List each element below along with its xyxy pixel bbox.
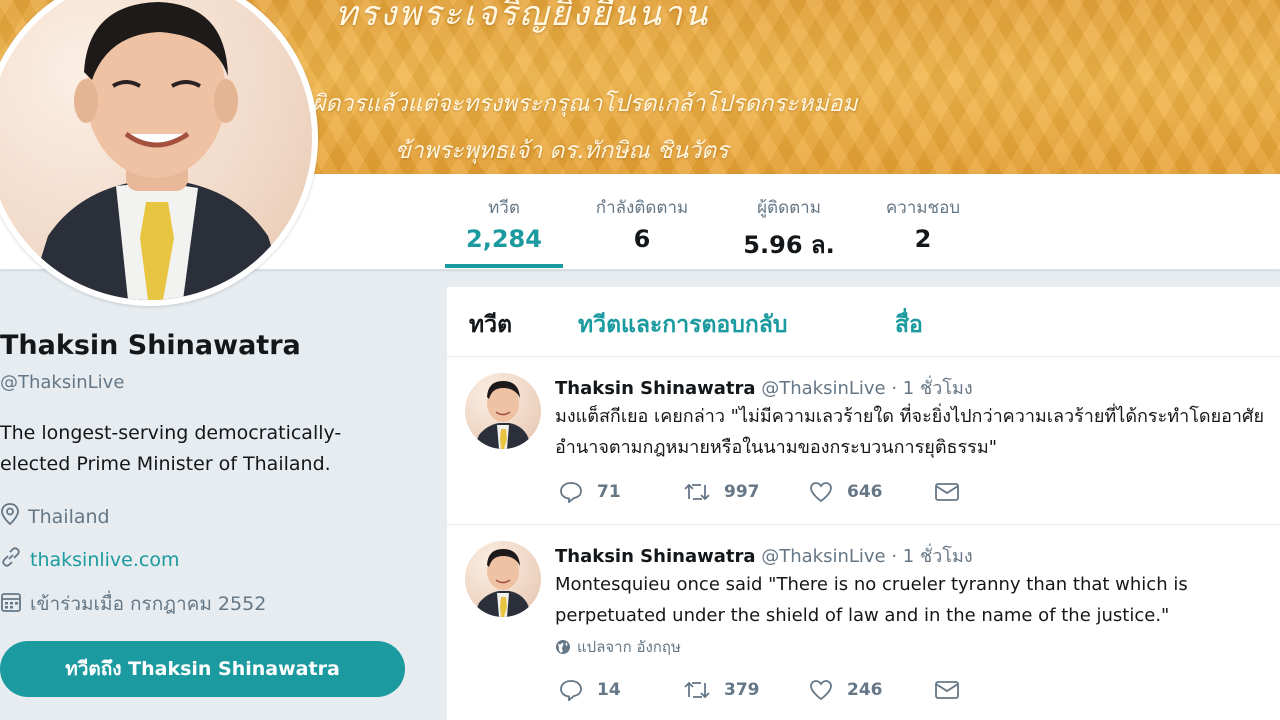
profile-name[interactable]: Thaksin Shinawatra xyxy=(0,330,301,361)
tweet-author-name[interactable]: Thaksin Shinawatra xyxy=(555,378,756,399)
profile-handle: @ThaksinLive xyxy=(0,372,125,393)
retweet-count: 379 xyxy=(724,680,760,700)
tweet-actions: 71 997 646 xyxy=(559,481,974,503)
profile-bio: The longest-serving democratically-elect… xyxy=(0,422,342,475)
calendar-icon xyxy=(0,591,30,618)
stat-following-value: 6 xyxy=(633,225,651,253)
profile-joined: เข้าร่วมเมื่อ กรกฎาคม 2552 xyxy=(0,589,266,619)
heart-icon xyxy=(810,680,832,701)
stat-followers-value: 5.96 ล. xyxy=(743,231,835,259)
profile-page: ทรงพระเจริญยิ่งยืนนาน ผิดวรแล้วแต่จะทรงพ… xyxy=(0,0,1280,720)
reply-button[interactable]: 71 xyxy=(559,481,684,503)
reply-icon xyxy=(560,482,582,503)
retweet-icon xyxy=(684,681,710,699)
banner-line-2: ผิดวรแล้วแต่จะทรงพระกรุณาโปรดเกล้าโปรดกร… xyxy=(312,91,858,117)
tab-tweets-replies[interactable]: ทวีตและการตอบกลับ xyxy=(578,307,787,343)
tweet-avatar[interactable] xyxy=(465,541,541,617)
tweet-item[interactable]: Thaksin Shinawatra @ThaksinLive · 1 ชั่ว… xyxy=(447,357,1280,525)
like-count: 246 xyxy=(847,680,883,700)
location-text: Thailand xyxy=(28,505,110,528)
globe-icon xyxy=(556,640,570,654)
stat-tweets-value: 2,284 xyxy=(466,225,542,253)
retweet-button[interactable]: 997 xyxy=(684,482,809,502)
tweet-header: Thaksin Shinawatra @ThaksinLive · 1 ชั่ว… xyxy=(555,373,973,402)
tweet-author-name[interactable]: Thaksin Shinawatra xyxy=(555,546,756,567)
timeline-tabs: ทวีต ทวีตและการตอบกลับ สื่อ xyxy=(447,287,1280,357)
tweet-avatar[interactable] xyxy=(465,373,541,449)
translate-text: แปลจาก อังกฤษ xyxy=(577,638,681,656)
location-pin-icon xyxy=(0,503,28,530)
tweet-meta: @ThaksinLive · 1 ชั่วโมง xyxy=(761,546,973,567)
banner-line-1: ทรงพระเจริญยิ่งยืนนาน xyxy=(335,0,710,34)
like-button[interactable]: 246 xyxy=(809,679,934,701)
stat-following-label: กำลังติดตาม xyxy=(595,198,689,218)
profile-website: thaksinlive.com xyxy=(0,546,179,573)
stat-following[interactable]: กำลังติดตาม 6 xyxy=(582,194,702,253)
stat-likes[interactable]: ความชอบ 2 xyxy=(868,194,978,253)
tweet-actions: 14 379 246 xyxy=(559,679,974,701)
stat-followers[interactable]: ผู้ติดตาม 5.96 ล. xyxy=(730,194,848,264)
tweet-text: มงแต็สกีเยอ เคยกล่าว "ไม่มีความเลวร้ายใด… xyxy=(555,406,1265,458)
envelope-icon xyxy=(935,483,959,501)
reply-count: 71 xyxy=(597,482,621,502)
translate-link[interactable]: แปลจาก อังกฤษ xyxy=(555,635,681,659)
website-link[interactable]: thaksinlive.com xyxy=(30,549,179,571)
timeline: ทวีต ทวีตและการตอบกลับ สื่อ Thaksin Shin… xyxy=(447,287,1280,720)
stat-tweets-label: ทวีต xyxy=(488,198,520,218)
like-count: 646 xyxy=(847,482,883,502)
active-stat-underline xyxy=(445,264,563,268)
stat-likes-value: 2 xyxy=(914,225,932,253)
reply-icon xyxy=(560,680,582,701)
profile-location: Thailand xyxy=(0,503,110,530)
tweet-header: Thaksin Shinawatra @ThaksinLive · 1 ชั่ว… xyxy=(555,541,973,570)
retweet-icon xyxy=(684,483,710,501)
like-button[interactable]: 646 xyxy=(809,481,934,503)
tweet-item[interactable]: Thaksin Shinawatra @ThaksinLive · 1 ชั่ว… xyxy=(447,525,1280,720)
reply-count: 14 xyxy=(597,680,621,700)
stat-followers-label: ผู้ติดตาม xyxy=(757,198,821,218)
stat-tweets[interactable]: ทวีต 2,284 xyxy=(445,194,563,253)
reply-button[interactable]: 14 xyxy=(559,679,684,701)
tab-media[interactable]: สื่อ xyxy=(895,307,923,343)
avatar-photo xyxy=(0,0,312,300)
link-icon xyxy=(0,546,30,573)
direct-message-button[interactable] xyxy=(934,482,974,502)
banner-line-3: ข้าพระพุทธเจ้า ดร.ทักษิณ ชินวัตร xyxy=(395,138,729,164)
tab-tweets[interactable]: ทวีต xyxy=(469,307,512,343)
direct-message-button[interactable] xyxy=(934,680,974,700)
retweet-button[interactable]: 379 xyxy=(684,680,809,700)
retweet-count: 997 xyxy=(724,482,760,502)
stat-likes-label: ความชอบ xyxy=(885,198,961,218)
tweet-meta: @ThaksinLive · 1 ชั่วโมง xyxy=(761,378,973,399)
heart-icon xyxy=(810,482,832,503)
tweet-text: Montesquieu once said "There is no cruel… xyxy=(555,574,1188,626)
envelope-icon xyxy=(935,681,959,699)
joined-text: เข้าร่วมเมื่อ กรกฎาคม 2552 xyxy=(30,593,267,615)
tweet-to-button[interactable]: ทวีตถึง Thaksin Shinawatra xyxy=(0,641,405,697)
